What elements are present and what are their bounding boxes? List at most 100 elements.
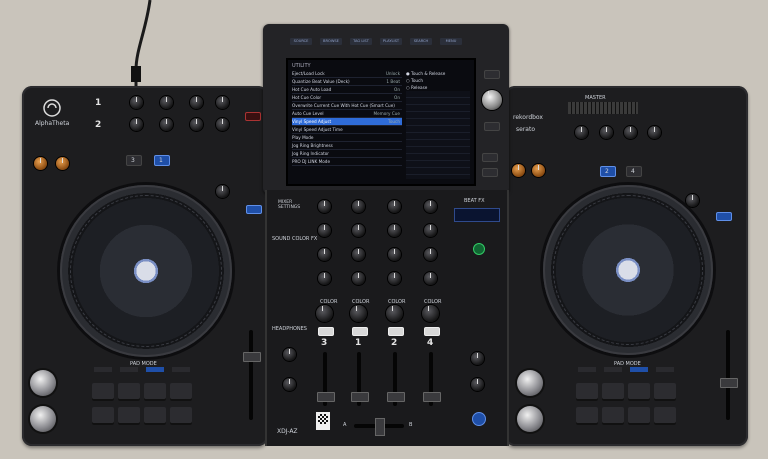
headphones-level-knob[interactable]	[283, 348, 296, 361]
deck-select-1[interactable]: 1	[154, 155, 170, 166]
setting-row[interactable]: Jog Ring Indicator	[292, 150, 402, 158]
setting-row[interactable]: Hot Cue Auto Load On	[292, 86, 402, 94]
sync-button[interactable]	[246, 205, 262, 214]
performance-pad[interactable]	[170, 383, 192, 401]
channel-knob[interactable]	[318, 272, 331, 285]
channel-knob[interactable]	[318, 248, 331, 261]
crossfader-cap[interactable]	[375, 418, 385, 436]
play-pause-button[interactable]	[30, 406, 56, 432]
color-knob[interactable]	[422, 305, 439, 322]
tempo-slider-cap[interactable]	[720, 378, 738, 388]
tempo-slider-cap[interactable]	[243, 352, 261, 362]
setting-row[interactable]: Play Mode	[292, 134, 402, 142]
back-button[interactable]	[484, 70, 500, 79]
performance-pad[interactable]	[628, 407, 650, 425]
tempo-slider[interactable]	[726, 330, 730, 420]
headphones-mix-knob[interactable]	[283, 378, 296, 391]
pad-mode-button[interactable]	[630, 367, 648, 372]
mic-button[interactable]	[245, 112, 261, 121]
eq-knob[interactable]	[130, 118, 143, 131]
setting-row[interactable]: Vinyl Speed Adjust Touch	[292, 118, 402, 126]
channel-fader-cap[interactable]	[423, 392, 441, 402]
performance-pad[interactable]	[170, 407, 192, 425]
eq-knob[interactable]	[216, 96, 229, 109]
channel-knob[interactable]	[352, 200, 365, 213]
master-knob[interactable]	[624, 126, 637, 139]
cue-channel-button[interactable]	[424, 327, 440, 336]
beat-jump-knob[interactable]	[512, 164, 525, 177]
channel-knob[interactable]	[352, 272, 365, 285]
eq-knob[interactable]	[190, 118, 203, 131]
beat-jump-knob[interactable]	[532, 164, 545, 177]
cue-channel-button[interactable]	[388, 327, 404, 336]
touch-screen[interactable]: UTILITY Eject/Load Lock Unlock Quantize Be…	[286, 58, 476, 186]
tempo-slider[interactable]	[249, 330, 253, 420]
eq-knob[interactable]	[190, 96, 203, 109]
channel-knob[interactable]	[388, 200, 401, 213]
performance-pad[interactable]	[654, 407, 676, 425]
channel-fader-cap[interactable]	[317, 392, 335, 402]
cue-channel-button[interactable]	[318, 327, 334, 336]
eq-knob[interactable]	[130, 96, 143, 109]
deck-select-3[interactable]: 3	[126, 155, 142, 166]
performance-pad[interactable]	[118, 407, 140, 425]
performance-pad[interactable]	[144, 383, 166, 401]
channel-knob[interactable]	[352, 248, 365, 261]
performance-pad[interactable]	[144, 407, 166, 425]
option-item[interactable]: ○ Touch	[406, 77, 470, 84]
right-jog-wheel[interactable]	[543, 185, 713, 355]
performance-pad[interactable]	[92, 407, 114, 425]
performance-pad[interactable]	[654, 383, 676, 401]
performance-pad[interactable]	[576, 383, 598, 401]
play-pause-button[interactable]	[517, 406, 543, 432]
channel-knob[interactable]	[388, 272, 401, 285]
menu-button[interactable]: MENU	[440, 38, 462, 45]
channel-fader-cap[interactable]	[387, 392, 405, 402]
setting-row[interactable]: Quantize Beat Value (Deck) 1 Beat	[292, 78, 402, 86]
booth-level-knob[interactable]	[471, 378, 484, 391]
browse-rotary-knob[interactable]	[482, 90, 502, 110]
left-jog-wheel[interactable]	[60, 185, 232, 357]
pad-mode-button[interactable]	[604, 367, 622, 372]
load-button[interactable]	[482, 153, 498, 162]
setting-row[interactable]: Jog Ring Brightness	[292, 142, 402, 150]
deck-select-2[interactable]: 2	[600, 166, 616, 177]
channel-knob[interactable]	[388, 248, 401, 261]
eq-knob[interactable]	[160, 96, 173, 109]
cue-button[interactable]	[517, 370, 543, 396]
setting-row[interactable]: Hot Cue Color On	[292, 94, 402, 102]
pad-mode-button[interactable]	[120, 367, 138, 372]
tempo-knob[interactable]	[216, 185, 229, 198]
search-button[interactable]: SEARCH	[410, 38, 432, 45]
performance-pad[interactable]	[602, 383, 624, 401]
color-knob[interactable]	[386, 305, 403, 322]
master-knob[interactable]	[648, 126, 661, 139]
browse-button[interactable]: BROWSE	[320, 38, 342, 45]
channel-knob[interactable]	[424, 200, 437, 213]
deck-select-4[interactable]: 4	[626, 166, 642, 177]
source-button[interactable]: SOURCE	[290, 38, 312, 45]
tag-list-button[interactable]: TAG LIST	[350, 38, 372, 45]
tempo-knob[interactable]	[686, 194, 699, 207]
master-knob[interactable]	[600, 126, 613, 139]
master-knob[interactable]	[575, 126, 588, 139]
eq-knob[interactable]	[160, 118, 173, 131]
setting-row[interactable]: Eject/Load Lock Unlock	[292, 70, 402, 78]
setting-row[interactable]: Auto Cue Level Memory Cue	[292, 110, 402, 118]
beat-jump-knob[interactable]	[56, 157, 69, 170]
pad-mode-button[interactable]	[578, 367, 596, 372]
mic-off-button[interactable]	[472, 412, 486, 426]
cue-channel-button[interactable]	[352, 327, 368, 336]
pad-mode-button[interactable]	[656, 367, 674, 372]
pad-mode-button[interactable]	[94, 367, 112, 372]
pad-mode-button[interactable]	[172, 367, 190, 372]
beat-jump-knob[interactable]	[34, 157, 47, 170]
channel-knob[interactable]	[424, 248, 437, 261]
performance-pad[interactable]	[92, 383, 114, 401]
master-level-knob[interactable]	[471, 352, 484, 365]
shortcut-button[interactable]	[484, 122, 500, 131]
performance-pad[interactable]	[118, 383, 140, 401]
color-knob[interactable]	[350, 305, 367, 322]
sync-button[interactable]	[716, 212, 732, 221]
pad-mode-button[interactable]	[146, 367, 164, 372]
